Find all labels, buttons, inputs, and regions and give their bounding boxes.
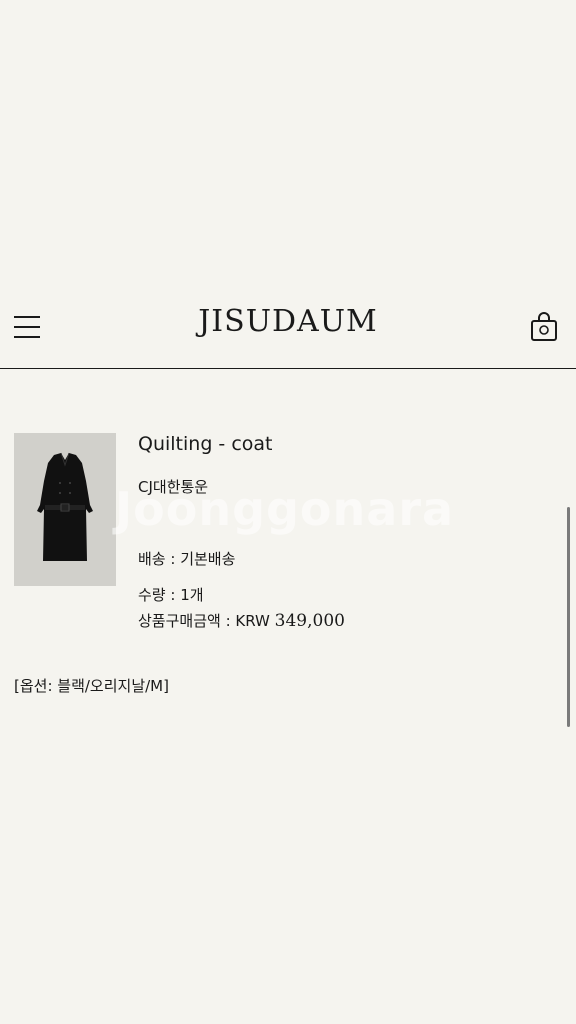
coat-image	[37, 452, 93, 561]
product-options: [옵션: 블랙/오리지날/M]	[14, 677, 169, 695]
shopping-bag-icon[interactable]	[530, 312, 558, 342]
amount-value: 349,000	[274, 611, 345, 631]
amount-label: 상품구매금액 : KRW	[138, 612, 275, 630]
shipping-method: 배송 : 기본배송	[138, 550, 236, 568]
scrollbar[interactable]	[567, 507, 570, 727]
product-name[interactable]: Quilting - coat	[138, 433, 272, 455]
shipping-carrier: CJ대한통운	[138, 478, 209, 496]
quantity: 수량 : 1개	[138, 586, 204, 604]
site-header: JISUDAUM	[0, 296, 576, 369]
purchase-amount: 상품구매금액 : KRW 349,000	[138, 610, 345, 631]
site-logo[interactable]: JISUDAUM	[0, 304, 576, 339]
product-thumbnail[interactable]	[14, 433, 116, 586]
